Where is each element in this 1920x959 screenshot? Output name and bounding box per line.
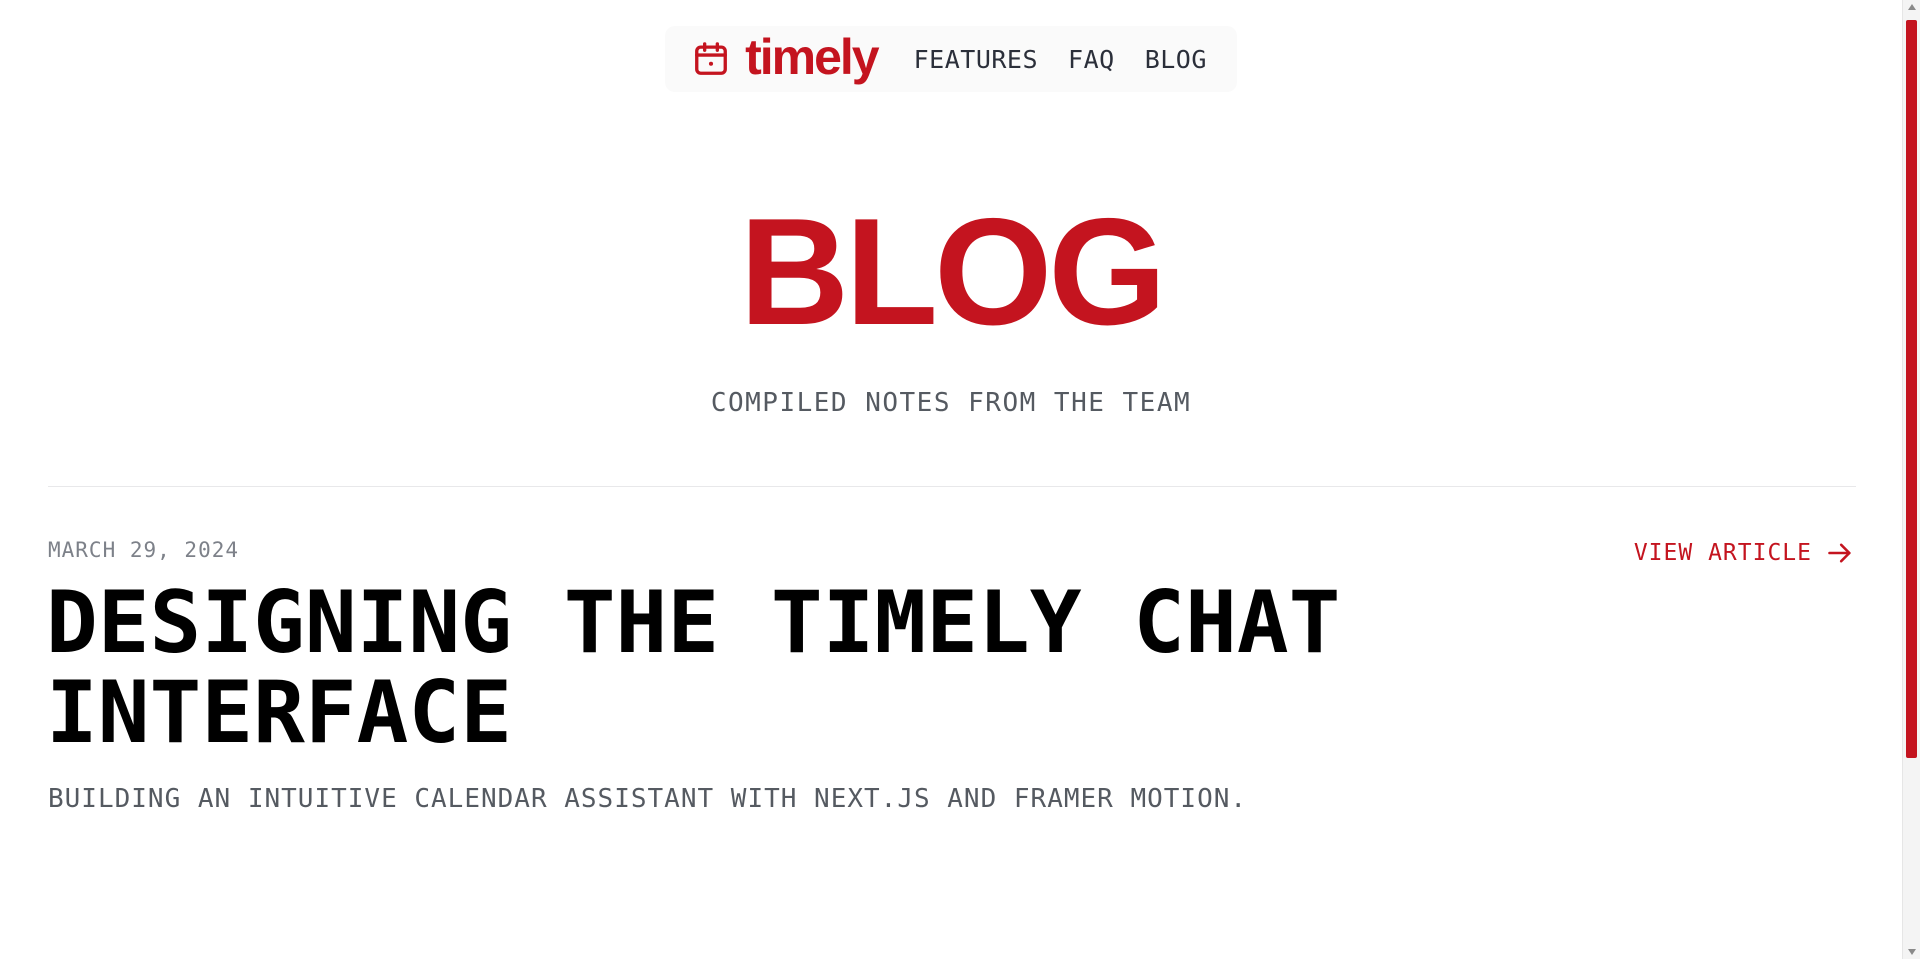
page-subtitle: COMPILED NOTES FROM THE TEAM (710, 388, 1192, 418)
nav-link-blog[interactable]: BLOG (1145, 45, 1207, 74)
top-nav: timely FEATURES FAQ BLOG (665, 26, 1237, 92)
scrollbar-thumb[interactable] (1906, 20, 1917, 758)
scroll-up-arrow-icon[interactable] (1908, 4, 1916, 10)
divider (48, 486, 1856, 487)
article-description: BUILDING AN INTUITIVE CALENDAR ASSISTANT… (48, 784, 1248, 814)
scroll-down-arrow-icon[interactable] (1908, 949, 1916, 955)
page: timely FEATURES FAQ BLOG BLOG COMPILED N… (0, 0, 1920, 959)
page-title: BLOG (739, 187, 1166, 357)
logo-link[interactable]: timely (691, 29, 880, 85)
nav-link-faq[interactable]: FAQ (1068, 45, 1115, 74)
vertical-scrollbar[interactable] (1902, 0, 1920, 959)
header: timely FEATURES FAQ BLOG (0, 26, 1902, 92)
arrow-right-icon (1826, 538, 1856, 568)
calendar-icon (691, 39, 731, 79)
view-article-label: VIEW ARTICLE (1633, 540, 1812, 566)
brand-name: timely (745, 29, 880, 85)
article-title[interactable]: DESIGNING THE TIMELY CHAT INTERFACE (46, 578, 1446, 758)
nav-link-features[interactable]: FEATURES (914, 45, 1038, 74)
view-article-link[interactable]: VIEW ARTICLE (1634, 538, 1856, 568)
article-date: MARCH 29, 2024 (48, 538, 240, 562)
